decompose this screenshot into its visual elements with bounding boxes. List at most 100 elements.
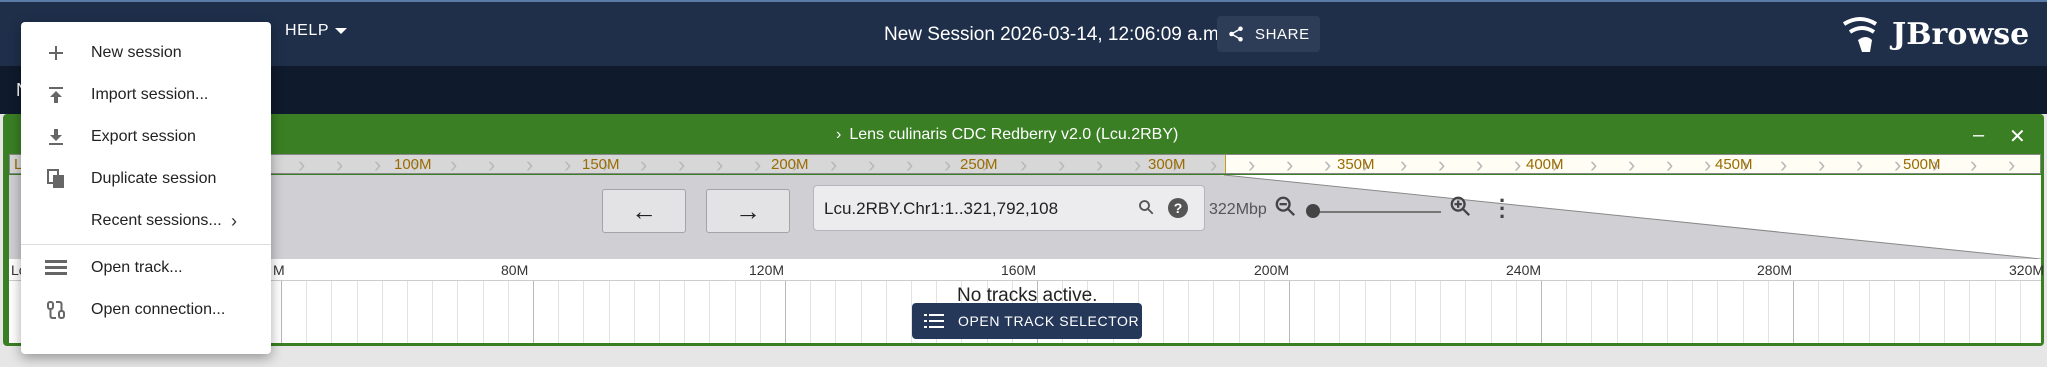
zoom-in-icon[interactable] [1449,195,1471,222]
menu-item-label: Open track... [91,259,183,276]
overview-chevron: › [374,154,382,174]
help-icon[interactable]: ? [1168,198,1188,218]
overview-label: 400M [1526,156,1564,173]
upload-icon [45,84,67,106]
chevron-right-icon: › [836,126,842,143]
gridline [558,281,559,343]
overview-chevron: › [450,154,458,174]
gridline [583,281,584,343]
share-icon [1229,26,1243,42]
gridline [457,281,458,343]
gridline [1919,281,1920,343]
view-title[interactable]: › Lens culinaris CDC Redberry v2.0 (Lcu.… [836,126,1178,144]
linear-genome-view: › Lens culinaris CDC Redberry v2.0 (Lcu.… [3,114,2044,346]
scalebar-ruler[interactable]: Lc M 80M 120M 160M 200M 240M 280M 320M [9,259,2045,281]
gridline [1591,281,1592,343]
overview-chevron: › [1286,154,1294,174]
overview-chevron: › [906,154,914,174]
file-menu: New session Import session... Export ses… [21,22,271,354]
gridline [1642,281,1643,343]
menu-item-duplicate-session[interactable]: Duplicate session [21,158,271,200]
menu-item-open-track[interactable]: Open track... [21,247,271,289]
menu-item-import-session[interactable]: Import session... [21,74,271,116]
gridline [1667,281,1668,343]
overview-scalebar[interactable]: › › › › › › › › › › › › › › › › › › › › › › › › › › › › › › › › › › › › › › › ›… [9,154,2041,174]
gridline [1843,281,1844,343]
bp-count: 322Mbp [1209,201,1267,218]
help-menu-button[interactable]: HELP [285,22,348,40]
gridline [281,281,282,343]
overview-label: 100M [394,156,432,173]
gridline [483,281,484,343]
jbrowse-app: HELP New Session 2026-03-14, 12:06:09 a.… [0,0,2047,367]
gridline [1213,281,1214,343]
menu-item-label: Duplicate session [91,170,217,187]
overview-chevron: › [754,154,762,174]
zoom-out-icon[interactable] [1274,195,1296,222]
gridline [1944,281,1945,343]
gridline [735,281,736,343]
gridline [331,281,332,343]
gridline [1894,281,1895,343]
pan-left-button[interactable]: ← [602,189,686,233]
gridline [508,281,509,343]
ruler-tick-label: 120M [749,262,785,278]
gridline [1314,281,1315,343]
gridline [1264,281,1265,343]
location-search-box[interactable]: Lcu.2RBY.Chr1:1..321,792,108 ? [813,185,1205,231]
overview-label: 150M [582,156,620,173]
overview-label: 200M [771,156,809,173]
overview-chevron: › [564,154,572,174]
menu-item-label: Recent sessions... [91,212,222,229]
zoom-slider-track[interactable] [1311,211,1441,213]
menu-item-open-connection[interactable]: Open connection... [21,289,271,331]
overview-chevron: › [488,154,496,174]
gridline [1541,281,1542,343]
help-menu-label: HELP [285,22,330,39]
gridline [1793,281,1794,343]
gridline [1465,281,1466,343]
overview-label: 250M [960,156,998,173]
location-input[interactable]: Lcu.2RBY.Chr1:1..321,792,108 [824,199,1058,219]
gridline [1516,281,1517,343]
ruler-tick-label: 160M [1001,262,1037,278]
assembly-name: Lens culinaris CDC Redberry v2.0 (Lcu.2R… [849,126,1179,143]
gridline [1339,281,1340,343]
overview-chevron: › [1780,154,1788,174]
plus-icon [45,42,67,64]
menu-item-label: Open connection... [91,301,226,318]
overview-chevron: › [1134,154,1142,174]
zoom-slider-thumb[interactable] [1306,204,1320,218]
menu-item-label: Import session... [91,86,209,103]
gridline [810,281,811,343]
open-track-selector-button[interactable]: OPEN TRACK SELECTOR [912,303,1142,339]
view-options-icon[interactable]: · · · [1499,190,1506,228]
menu-divider [21,244,271,245]
menu-item-new-session[interactable]: New session [21,32,271,74]
menu-item-export-session[interactable]: Export session [21,116,271,158]
menu-item-label: Export session [91,128,196,145]
ruler-tick-label: 320M [2009,262,2045,278]
search-icon[interactable] [1137,198,1155,221]
overview-chevron: › [1476,154,1484,174]
gridline [1415,281,1416,343]
pan-right-button[interactable]: → [706,189,790,233]
menu-item-recent-sessions[interactable]: Recent sessions... › [21,200,271,242]
gridline [609,281,610,343]
gridline [1768,281,1769,343]
overview-chevron: › [1970,154,1978,174]
gridline [861,281,862,343]
view-menu-bar: N [0,66,2047,114]
close-icon[interactable]: ✕ [2009,124,2026,149]
gridline [1717,281,1718,343]
minimize-icon[interactable]: – [1973,124,1984,147]
gridline [382,281,383,343]
ruler-tick-label: 200M [1254,262,1290,278]
jbrowse-logo: JBrowse [1840,14,2029,54]
gridline [1188,281,1189,343]
overview-chevron: › [830,154,838,174]
track-list-icon [924,314,944,328]
overview-chevron: › [1818,154,1826,174]
menu-item-label: New session [91,44,182,61]
share-button[interactable]: SHARE [1217,16,1320,52]
